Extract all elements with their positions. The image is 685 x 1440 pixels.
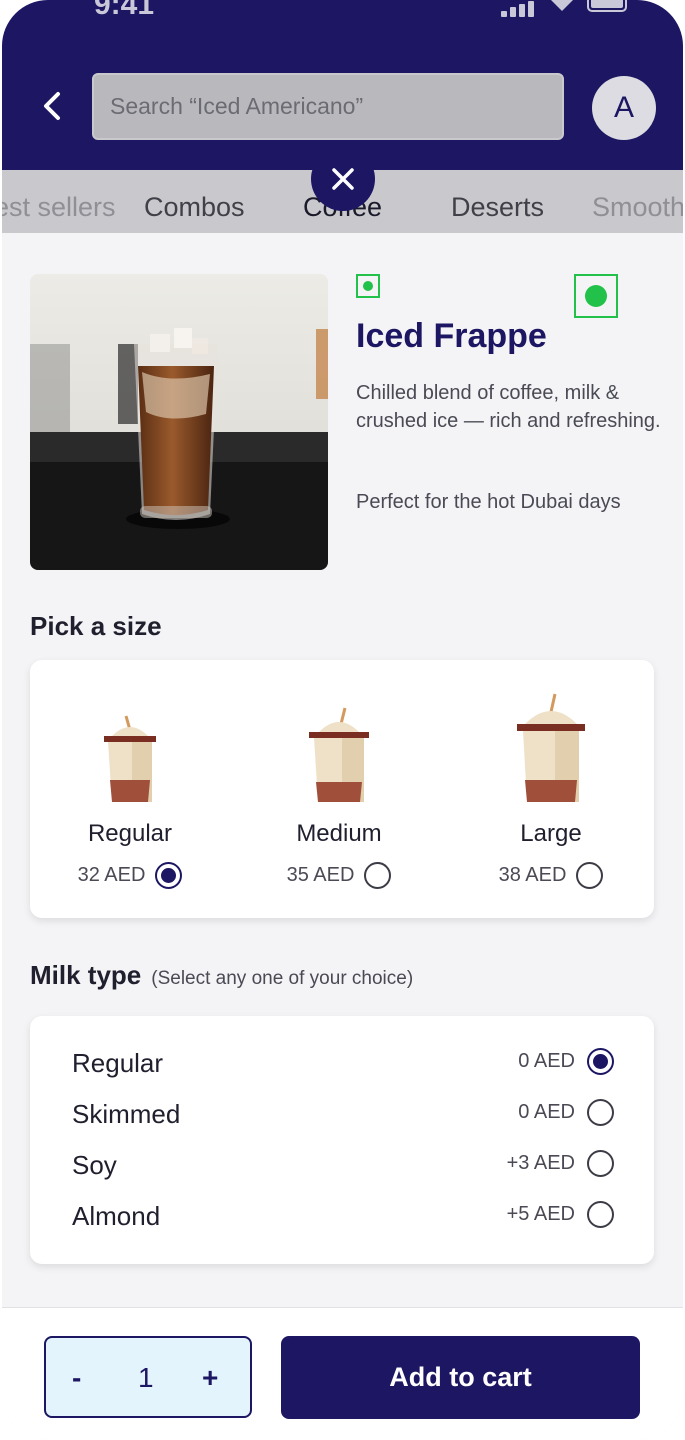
product-description: Chilled blend of coffee, milk & crushed … (356, 382, 661, 432)
milk-label: Skimmed (72, 1099, 181, 1129)
app-header: 9:41 Search “Iced Americano” A (2, 0, 683, 170)
cup-large-icon (517, 693, 585, 802)
size-price: 35 AED (286, 864, 355, 886)
add-to-cart-button[interactable]: Add to cart (281, 1336, 640, 1419)
milk-price: 0 AED (518, 1050, 575, 1072)
tab-best-sellers[interactable]: Best sellers (2, 192, 116, 223)
size-section-title: Pick a size (30, 611, 162, 641)
milk-option-regular[interactable]: Regular 0 AED (72, 1044, 614, 1084)
milk-card: Regular 0 AED Skimmed 0 AED Soy +3 AED A… (30, 1016, 654, 1264)
milk-section-note: (Select any one of your choice) (151, 968, 414, 989)
search-placeholder: Search “Iced Americano” (110, 93, 364, 119)
size-option-regular[interactable]: Regular 32 AED (30, 660, 230, 918)
cup-medium-icon (309, 707, 369, 802)
product-image (30, 274, 328, 570)
size-price: 32 AED (77, 864, 146, 886)
milk-price: 0 AED (518, 1101, 575, 1123)
radio-selected[interactable] (155, 862, 183, 889)
veg-indicator-icon (356, 274, 380, 298)
milk-option-soy[interactable]: Soy +3 AED (72, 1146, 614, 1186)
cup-small-icon (104, 715, 156, 802)
signal-icon (501, 1, 537, 17)
veg-indicator-large-icon (574, 274, 618, 318)
close-button[interactable] (311, 147, 375, 211)
chevron-left-icon (44, 92, 60, 120)
radio-unselected[interactable] (587, 1099, 614, 1126)
increment-button[interactable]: + (202, 1362, 218, 1394)
radio-unselected[interactable] (576, 862, 604, 889)
phone-screen: 9:41 Search “Iced Americano” A Best sel (2, 0, 683, 1440)
milk-label: Soy (72, 1150, 117, 1180)
milk-label: Almond (72, 1201, 161, 1231)
bottom-action-bar: - 1 + Add to cart (2, 1307, 683, 1440)
radio-unselected[interactable] (587, 1150, 614, 1177)
size-option-large[interactable]: Large 38 AED (451, 660, 651, 918)
decrement-button[interactable]: - (72, 1362, 81, 1394)
milk-price: +3 AED (506, 1152, 575, 1174)
quantity-value: 1 (138, 1362, 154, 1393)
milk-title-text: Milk type (30, 960, 142, 990)
radio-selected[interactable] (587, 1048, 614, 1075)
product-title: Iced Frappe (356, 317, 547, 355)
radio-unselected[interactable] (587, 1201, 614, 1228)
close-icon (332, 168, 354, 190)
size-label: Large (520, 820, 582, 847)
milk-option-skimmed[interactable]: Skimmed 0 AED (72, 1095, 614, 1135)
status-time: 9:41 (94, 0, 155, 21)
tab-smoothies[interactable]: Smoothies (592, 192, 683, 223)
size-label: Medium (296, 820, 382, 847)
size-price: 38 AED (498, 864, 567, 886)
product-tagline: Perfect for the hot Dubai days (356, 491, 621, 513)
size-option-medium[interactable]: Medium 35 AED (239, 660, 439, 918)
battery-icon (587, 0, 631, 17)
milk-price: +5 AED (506, 1203, 575, 1225)
milk-option-almond[interactable]: Almond +5 AED (72, 1197, 614, 1237)
search-input[interactable]: Search “Iced Americano” (92, 73, 564, 140)
size-label: Regular (87, 820, 173, 847)
radio-unselected[interactable] (364, 862, 392, 889)
product-sheet: Iced Frappe Chilled blend of coffee, mil… (2, 233, 683, 1307)
back-button[interactable] (34, 86, 74, 126)
quantity-stepper: - 1 + (44, 1336, 252, 1418)
avatar[interactable]: A (592, 76, 656, 140)
tab-deserts[interactable]: Deserts (451, 192, 544, 223)
size-card: Regular 32 AED Medium 35 AED Large 38 AE… (30, 660, 654, 918)
milk-label: Regular (72, 1048, 164, 1078)
milk-section-title: Milk type (Select any one of your choice) (30, 960, 413, 991)
tab-combos[interactable]: Combos (144, 192, 245, 223)
avatar-initial: A (613, 91, 634, 124)
status-icons (501, 0, 631, 17)
wifi-icon (549, 0, 575, 17)
